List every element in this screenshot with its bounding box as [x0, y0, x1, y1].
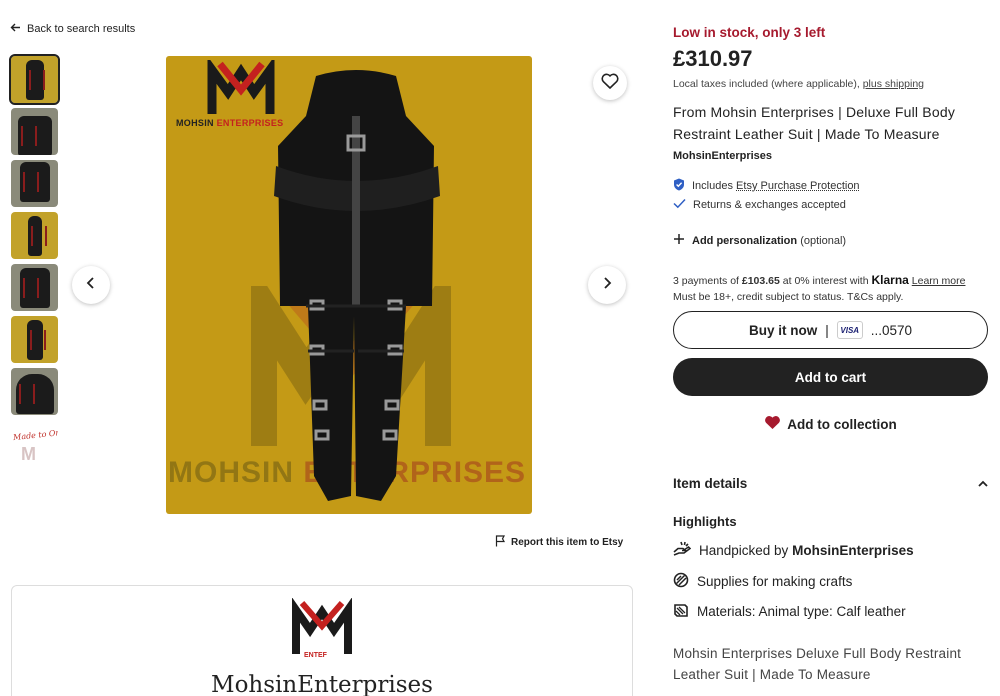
highlights-heading: Highlights — [673, 514, 737, 529]
protection-prefix: Includes — [692, 180, 733, 192]
next-image-button[interactable] — [588, 266, 626, 304]
klarna-mid: at 0% interest with — [783, 275, 869, 287]
add-personalization-button[interactable]: Add personalization (optional) — [673, 233, 846, 248]
thumbnail-3[interactable] — [11, 160, 58, 207]
highlight-handpicked: Handpicked by MohsinEnterprises — [673, 541, 914, 560]
personalization-optional: (optional) — [800, 235, 846, 247]
back-link-label: Back to search results — [27, 23, 135, 35]
highlight-materials: Materials: Animal type: Calf leather — [673, 602, 906, 621]
shop-card: ENTEF MohsinEnterprises — [11, 585, 633, 696]
klarna-prefix: 3 payments of — [673, 275, 739, 287]
heart-filled-icon — [764, 415, 781, 433]
thumbnail-1[interactable] — [11, 56, 58, 103]
made-to-order-text: Made to Order — [13, 427, 58, 442]
highlight-supplies: Supplies for making crafts — [673, 572, 852, 591]
shield-check-icon — [673, 178, 685, 194]
heart-outline-icon — [601, 73, 619, 94]
materials-text: Materials: Animal type: Calf leather — [697, 604, 906, 619]
thumb-logo-icon: M — [21, 444, 36, 465]
check-icon — [673, 198, 686, 212]
report-item-link[interactable]: Report this item to Etsy — [495, 535, 623, 550]
thumbnail-strip: Made to Order M — [11, 56, 59, 472]
chevron-right-icon — [601, 276, 613, 295]
thumbnail-7[interactable] — [11, 368, 58, 415]
arrow-left-icon — [10, 22, 21, 35]
thumbnail-4[interactable] — [11, 212, 58, 259]
klarna-logo: Klarna — [871, 273, 908, 287]
returns-text: Returns & exchanges accepted — [693, 199, 846, 211]
previous-image-button[interactable] — [72, 266, 110, 304]
leather-suit-figure — [256, 56, 456, 506]
plus-icon — [673, 233, 685, 248]
shop-card-name[interactable]: MohsinEnterprises — [12, 672, 632, 696]
supplies-icon — [673, 572, 689, 591]
buy-now-label: Buy it now — [749, 323, 817, 338]
visa-card-icon: VISA — [837, 321, 863, 339]
add-to-cart-button[interactable]: Add to cart — [673, 358, 988, 396]
purchase-protection: Includes Etsy Purchase Protection — [673, 178, 860, 194]
materials-icon — [673, 602, 689, 621]
hand-icon — [673, 541, 691, 560]
listing-title: From Mohsin Enterprises | Deluxe Full Bo… — [673, 101, 973, 145]
handpicked-prefix: Handpicked by — [699, 543, 788, 558]
shop-logo[interactable]: ENTEF — [292, 598, 352, 662]
add-to-collection-label: Add to collection — [787, 417, 897, 432]
buy-now-separator: | — [825, 323, 829, 338]
klarna-terms: Must be 18+, credit subject to status. T… — [673, 289, 965, 305]
thumbnail-6[interactable] — [11, 316, 58, 363]
returns-info: Returns & exchanges accepted — [673, 198, 846, 212]
thumbnail-2[interactable] — [11, 108, 58, 155]
personalization-label: Add personalization — [692, 235, 797, 247]
add-to-collection-button[interactable]: Add to collection — [673, 413, 988, 435]
report-item-label: Report this item to Etsy — [511, 537, 623, 548]
thumbnail-5[interactable] — [11, 264, 58, 311]
item-details-toggle[interactable]: Item details — [673, 476, 988, 491]
tax-text: Local taxes included (where applicable), — [673, 78, 860, 90]
shop-name-link[interactable]: MohsinEnterprises — [673, 150, 772, 162]
supplies-text: Supplies for making crafts — [697, 574, 852, 589]
thumbnail-8[interactable]: Made to Order M — [11, 420, 58, 467]
klarna-amount: £103.65 — [742, 275, 780, 287]
back-to-search-link[interactable]: Back to search results — [10, 22, 135, 35]
item-description: Mohsin Enterprises Deluxe Full Body Rest… — [673, 643, 973, 685]
klarna-learn-more-link[interactable]: Learn more — [912, 275, 966, 287]
handpicked-shop: MohsinEnterprises — [792, 543, 914, 558]
price: £310.97 — [673, 46, 753, 72]
buy-it-now-button[interactable]: Buy it now | VISA ...0570 — [673, 311, 988, 349]
image-logo-text-1: MOHSIN — [176, 118, 214, 128]
item-details-header: Item details — [673, 476, 747, 491]
klarna-financing: 3 payments of £103.65 at 0% interest wit… — [673, 272, 965, 305]
tax-note: Local taxes included (where applicable),… — [673, 78, 924, 90]
flag-icon — [495, 535, 506, 550]
favorite-button[interactable] — [593, 66, 627, 100]
stock-status: Low in stock, only 3 left — [673, 25, 825, 40]
card-last-digits: ...0570 — [871, 323, 912, 338]
shop-logo-text: ENTEF — [304, 652, 327, 659]
purchase-protection-link[interactable]: Etsy Purchase Protection — [736, 180, 860, 192]
main-product-image[interactable]: MOHSIN ENTERPRISES MOHSIN ENTERPRISES — [166, 56, 532, 514]
chevron-up-icon — [978, 476, 988, 491]
chevron-left-icon — [85, 276, 97, 295]
shipping-link[interactable]: plus shipping — [863, 78, 924, 90]
